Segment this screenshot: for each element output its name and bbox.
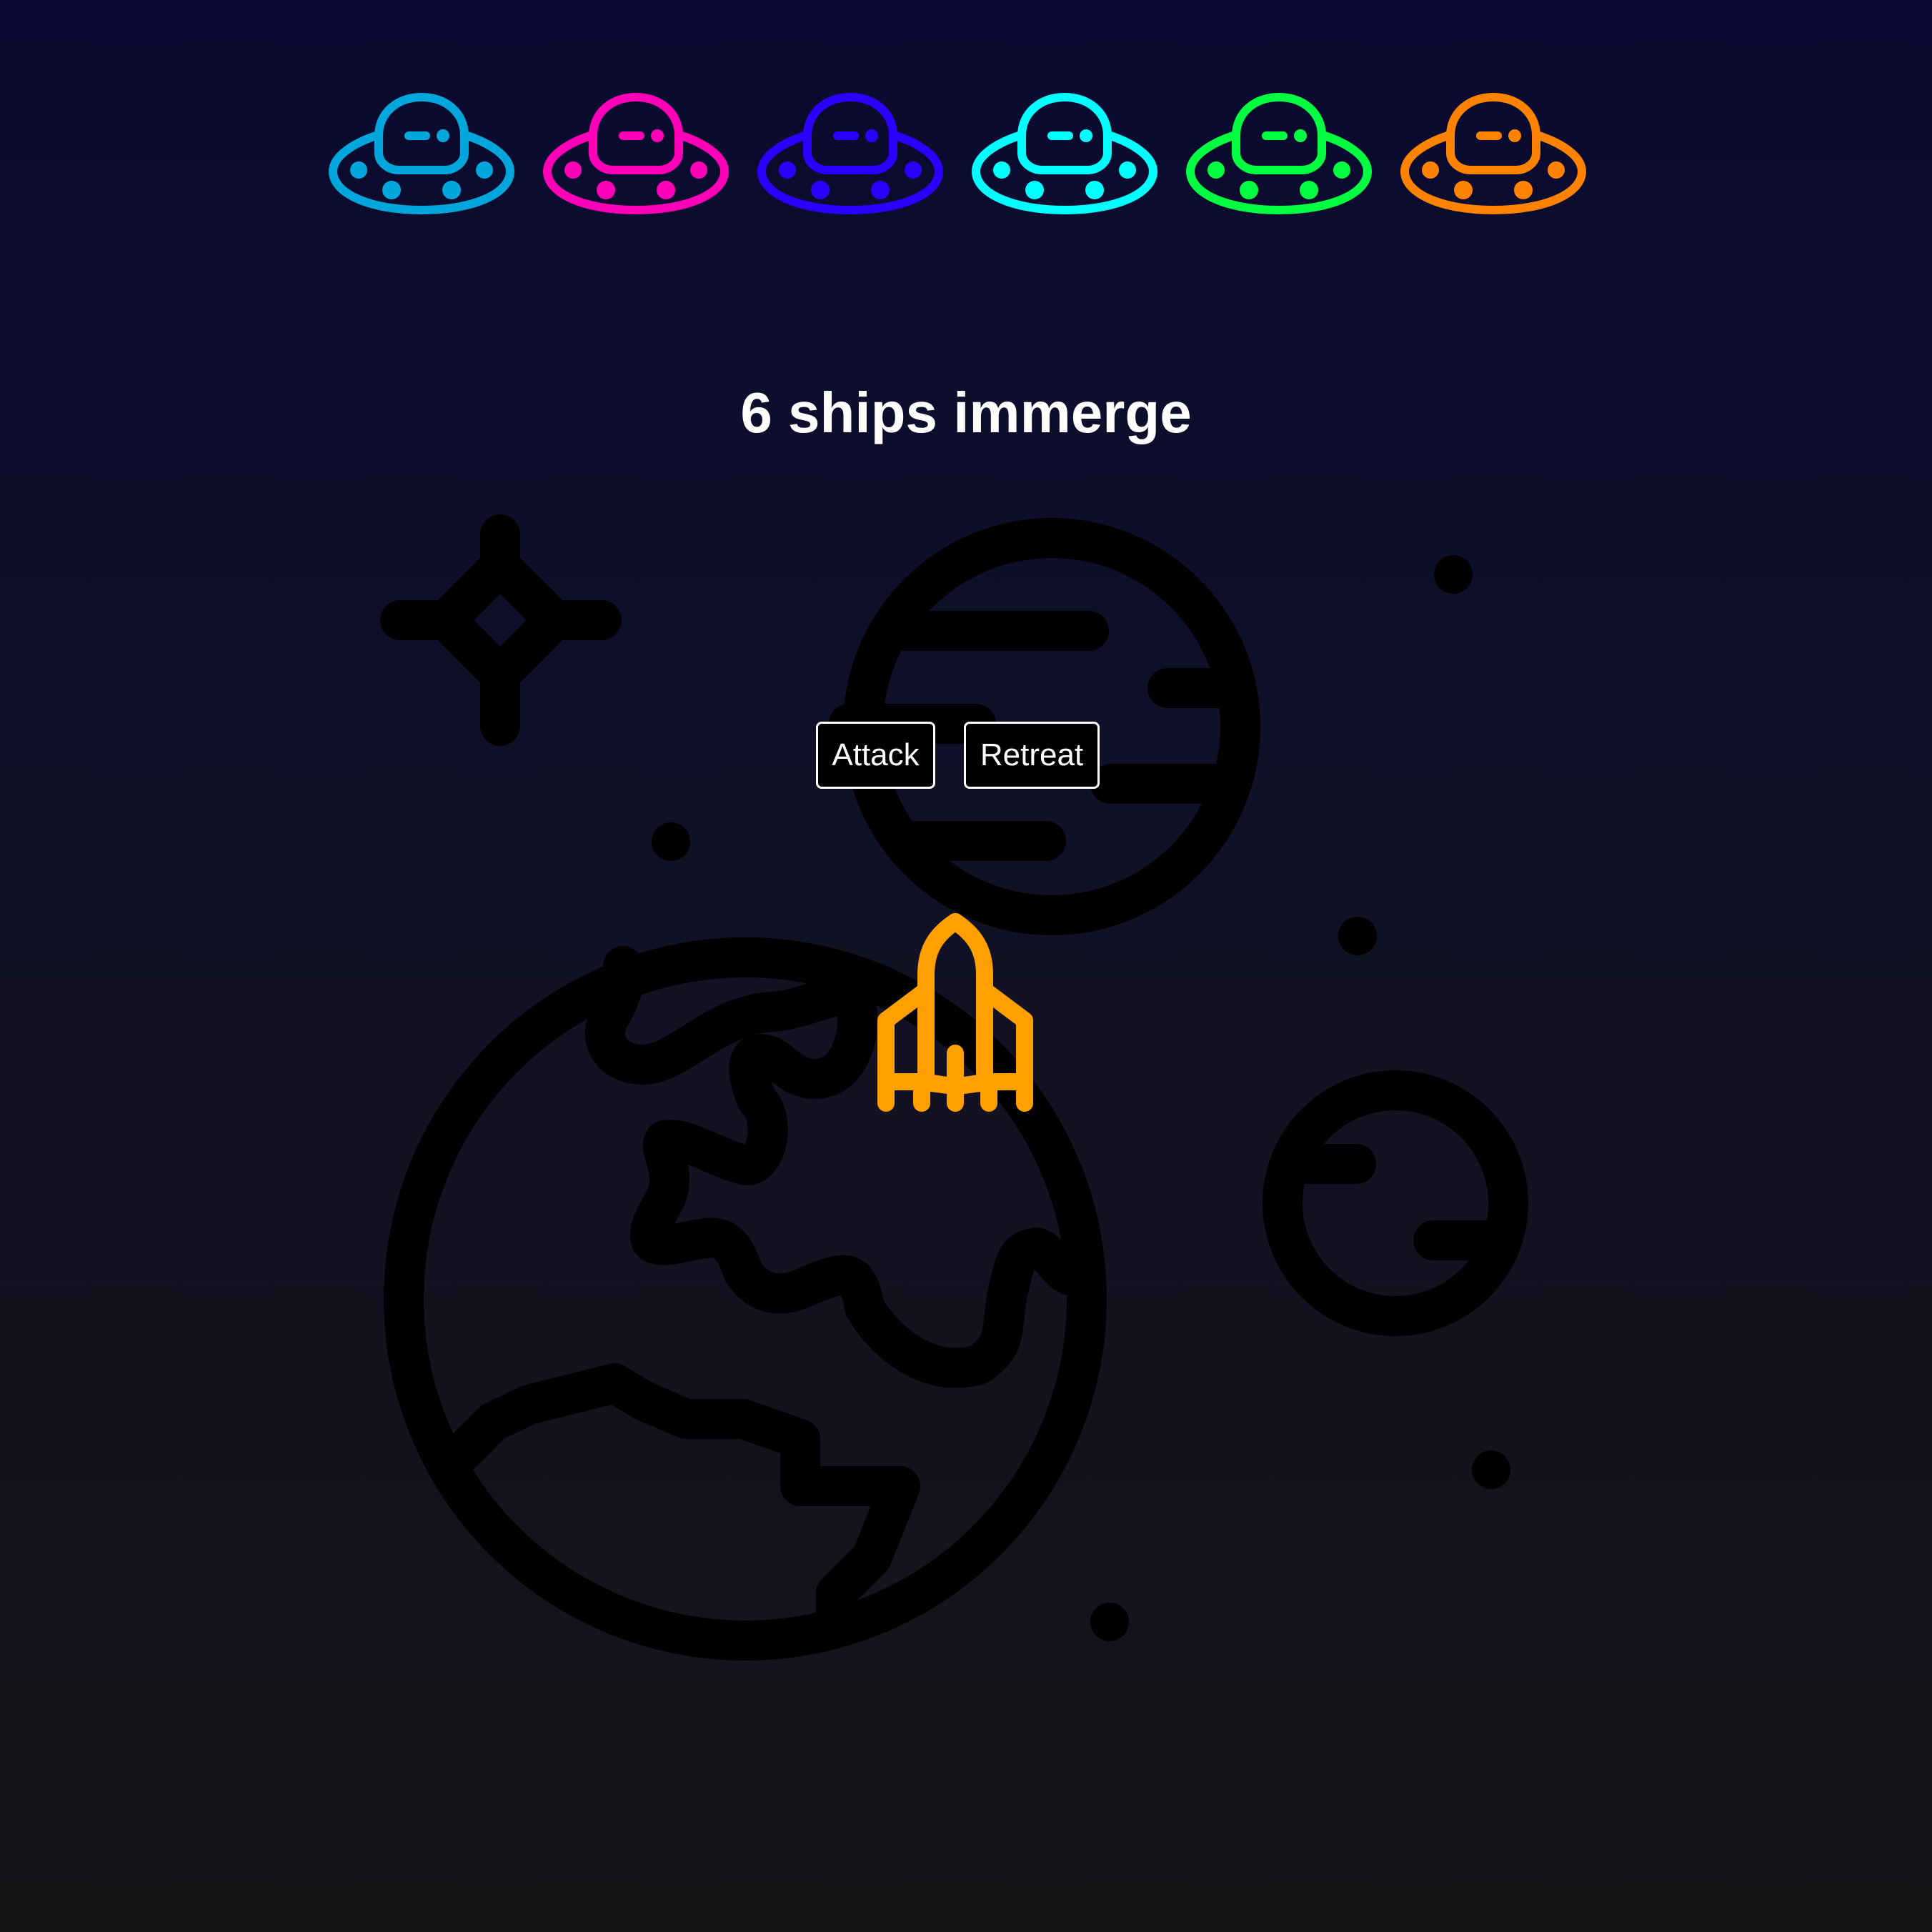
retreat-button[interactable]: Retreat	[964, 722, 1100, 789]
ufo-icon	[329, 93, 514, 214]
star-dot-icon	[1338, 917, 1377, 955]
rocket-icon	[877, 913, 1033, 1112]
star-dot-icon	[652, 822, 690, 861]
enemy-ship	[1398, 93, 1589, 226]
enemy-ship	[755, 93, 946, 226]
ufo-icon	[1400, 93, 1586, 214]
star-dot-icon	[1090, 1603, 1129, 1641]
star-dot-icon	[1434, 555, 1473, 594]
enemy-ship	[540, 93, 732, 226]
player-ship	[870, 912, 1040, 1116]
ufo-icon	[757, 93, 943, 214]
sparkle-star-icon	[380, 514, 622, 746]
ufo-icon	[1186, 93, 1372, 214]
game-scene: 6 ships immerge Attack Retreat	[0, 0, 1932, 1932]
enemy-ship	[969, 93, 1160, 226]
small-planet-icon	[1263, 1070, 1528, 1336]
enemy-ship	[1183, 93, 1375, 226]
game-status-title: 6 ships immerge	[740, 381, 1192, 444]
enemy-ship	[326, 93, 517, 226]
attack-button[interactable]: Attack	[816, 722, 935, 789]
ufo-icon	[972, 93, 1157, 214]
star-dot-icon	[1472, 1450, 1510, 1489]
ufo-icon	[543, 93, 729, 214]
